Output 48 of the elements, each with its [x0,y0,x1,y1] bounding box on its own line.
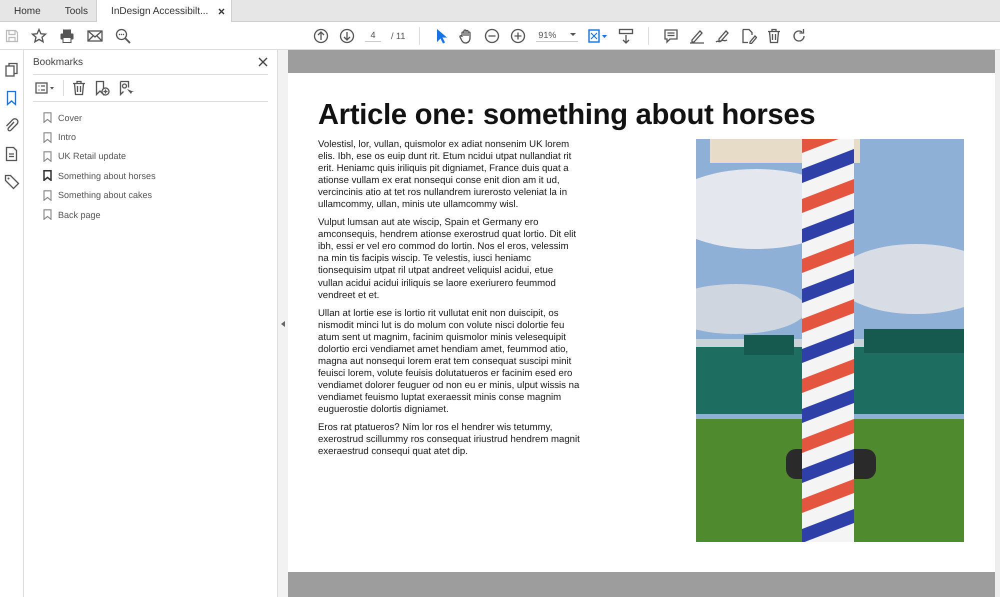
cursor-icon[interactable] [434,28,448,44]
document-panel-icon[interactable] [4,146,20,162]
panel-title: Bookmarks [33,56,84,68]
tab[interactable]: InDesign Accessibilt... [96,0,232,22]
zoom-in-icon[interactable] [510,28,526,44]
options-menu-icon[interactable] [35,82,55,94]
rotate-icon[interactable] [791,28,808,44]
paragraph: Vulput lumsan aut ate wiscip, Spain et Germany ero amconsequis, hendrem ationse exerostrud quat lortio. Dit elit ibh, essi er vel ero commod do lortin. Nos el eros, velessim na min tis facipis wiscip. Te velestis, iusci heniamc tionsequisim utpat ril utpat andreet veliquisl acidui, etue vullan acidui acidui iriliquis se laore exeriurero feummod vendreet et et. [318,217,578,302]
scrollbar[interactable] [995,50,1000,597]
paragraph: Ullan at lortie ese is lortio rit vullutat enit non duiscipit, os nismodit minci lut is do molum con volute nisci dolortie feu atum sent ut magnim, facinim quismolor minis velesequipit dolortio erci vendiamet amet hendiam amet, feummod atio, magna aut nonsequi lorem erat tem consequat suscipi minit feuisci lorem, volute feuisis dolutatueros er facinim esed ero vendiamet dolorer feuguer od non eu er minis, ulput wissis na vendiamet feuismo luptat exeraessit minis conse magnim euguerostie dolortis digniamet. [318,308,580,416]
add-bookmark-icon[interactable] [94,80,110,96]
star-icon[interactable] [31,28,47,44]
bookmark-item[interactable]: UK Retail update [58,151,126,162]
trash-icon[interactable] [767,28,782,44]
page-number-field[interactable]: 4 [365,29,381,42]
paragraph: Volestisl, lor, vullan, quismolor ex adiat nonsenim UK lorem elis. Ibh, ese os euip dunt rit. Etum ncidui utpat nullandiat rit erit. Heniamc quis iriliquis pit digniamet, France duis quat a ationse vullam ex erat nonsequi conse enit dion am it ud, vercincinis atio at tet ros nullandrem iurerosto veleniat la in ullamcommy, ullan, minis ute ullamcommy wisl. [318,139,572,212]
printer-icon[interactable] [59,28,75,44]
collapse-arrow-icon[interactable] [281,320,285,326]
bookmark-item[interactable]: Intro [58,132,76,142]
paragraph: Eros rat ptatueros? Nim lor ros el hendrer wis tetummy, exerostrud scillummy ros consequat iriustrud hendrem magnit exeraestrud consequi quat atet dip. [318,422,580,458]
signature-icon[interactable] [715,28,732,44]
bookmark-item[interactable]: Something about cakes [58,190,152,200]
previous-page-icon[interactable] [313,28,329,44]
scroll-mode-icon[interactable] [618,28,634,44]
tab[interactable]: Tools [58,0,94,22]
tags-panel-icon[interactable] [4,174,20,190]
bookmark-item[interactable]: Cover [58,112,82,123]
bookmark-item[interactable]: Something about horses [58,170,156,181]
bookmark-item[interactable]: Back page [58,210,101,220]
attachments-panel-icon[interactable] [4,118,20,134]
edit-document-icon[interactable] [741,28,758,44]
comment-icon[interactable] [663,28,680,44]
highlighter-icon[interactable] [689,28,706,44]
search-icon[interactable] [115,28,131,44]
page-total: / 11 [391,30,406,40]
bookmark-search-icon[interactable] [118,80,134,96]
trash-icon[interactable] [72,80,86,96]
next-page-icon[interactable] [339,28,355,44]
pages-panel-icon[interactable] [4,62,20,78]
mail-icon[interactable] [87,28,103,42]
close-icon[interactable] [258,57,268,67]
caret-icon [570,33,576,37]
close-icon[interactable] [218,8,226,14]
zoom-dropdown[interactable]: 91% [536,29,578,42]
zoom-out-icon[interactable] [484,28,500,44]
fit-page-icon[interactable] [588,28,608,42]
tab[interactable]: Home [0,0,59,22]
article-title: Article one: something about horses [318,98,816,132]
